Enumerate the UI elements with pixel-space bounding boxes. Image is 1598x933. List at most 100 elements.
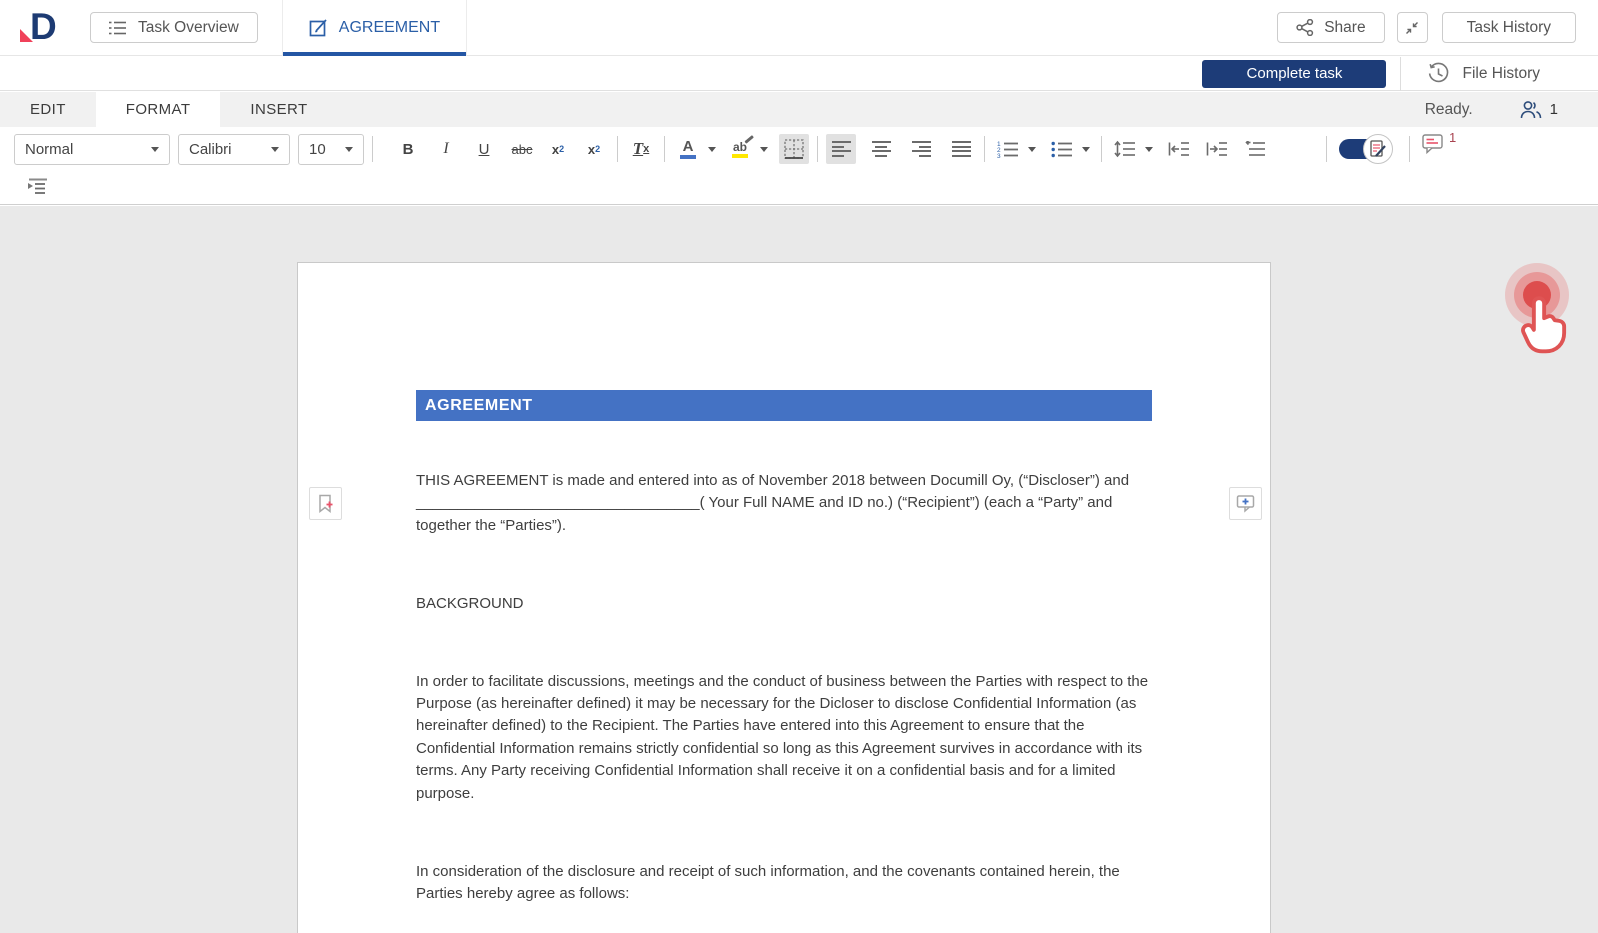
heading-background[interactable]: BACKGROUND: [416, 593, 1152, 615]
bullet-list-icon: [1051, 140, 1073, 158]
clear-format-t: T: [633, 139, 643, 159]
bullet-list-menu-button[interactable]: [1079, 134, 1093, 164]
agreement-tab-label: AGREEMENT: [339, 19, 440, 37]
share-label: Share: [1324, 19, 1365, 37]
share-button[interactable]: Share: [1277, 12, 1384, 43]
line-spacing-menu-button[interactable]: [1142, 134, 1156, 164]
line-spacing-icon: [1114, 140, 1136, 158]
paragraph-intro[interactable]: THIS AGREEMENT is made and entered into …: [416, 470, 1152, 537]
subscript-button[interactable]: x2: [579, 134, 609, 164]
file-history-label: File History: [1462, 65, 1540, 83]
chevron-down-icon: [271, 147, 279, 152]
font-size-dropdown[interactable]: 10: [298, 134, 364, 165]
borders-button[interactable]: [779, 134, 809, 164]
bold-button[interactable]: B: [393, 134, 423, 164]
active-tab-underline: [283, 52, 466, 56]
chevron-down-icon: [151, 147, 159, 152]
numbered-list-menu-button[interactable]: [1025, 134, 1039, 164]
paragraph-consideration[interactable]: In consideration of the disclosure and r…: [416, 861, 1152, 906]
task-overview-label: Task Overview: [138, 19, 239, 37]
tab-insert[interactable]: INSERT: [220, 92, 337, 127]
align-left-button[interactable]: [826, 134, 856, 164]
track-changes-toggle[interactable]: [1339, 134, 1393, 164]
task-list-icon: [109, 20, 128, 36]
align-left-icon: [832, 141, 851, 158]
document-page[interactable]: AGREEMENT THIS AGREEMENT is made and ent…: [297, 262, 1271, 933]
decrease-indent-button[interactable]: [1164, 134, 1194, 164]
document-canvas[interactable]: AGREEMENT THIS AGREEMENT is made and ent…: [0, 206, 1598, 933]
highlight-color-button[interactable]: ab: [725, 134, 755, 164]
tab-format[interactable]: FORMAT: [96, 92, 221, 127]
redline-document-icon: [1370, 140, 1387, 159]
font-color-menu-button[interactable]: [705, 134, 719, 164]
font-family-value: Calibri: [189, 141, 232, 158]
superscript-button[interactable]: x2: [543, 134, 573, 164]
ribbon-tab-bar: EDIT FORMAT INSERT Ready. 1: [0, 92, 1598, 127]
collapse-view-button[interactable]: [1397, 12, 1428, 43]
collaborator-count: 1: [1550, 101, 1558, 118]
comment-bubble-icon: [1422, 134, 1446, 155]
documill-editor: D Task Overview AGREEMENT: [0, 0, 1598, 933]
line-spacing-button[interactable]: [1110, 134, 1140, 164]
collaborators-indicator[interactable]: 1: [1519, 92, 1558, 127]
task-history-label: Task History: [1467, 19, 1551, 37]
subscript-base: x: [588, 142, 595, 157]
action-bar: Complete task File History: [0, 57, 1598, 91]
top-bar: D Task Overview AGREEMENT: [0, 0, 1598, 56]
collapse-arrows-icon: [1404, 20, 1420, 36]
bookmark-plus-icon: [317, 494, 335, 514]
align-center-button[interactable]: [866, 134, 896, 164]
file-history-button[interactable]: File History: [1427, 62, 1540, 85]
divider: [817, 136, 818, 162]
superscript-mark: 2: [559, 144, 564, 154]
numbered-list-button[interactable]: 123: [993, 134, 1023, 164]
font-color-letter: A: [683, 139, 694, 154]
highlight-menu-button[interactable]: [757, 134, 771, 164]
increase-indent-icon: [1206, 141, 1228, 157]
align-right-button[interactable]: [906, 134, 936, 164]
chevron-down-icon: [1082, 147, 1090, 152]
subscript-mark: 2: [595, 144, 600, 154]
increase-indent-button[interactable]: [1202, 134, 1232, 164]
bullet-list-button[interactable]: [1047, 134, 1077, 164]
italic-button[interactable]: I: [431, 134, 461, 164]
tab-agreement[interactable]: AGREEMENT: [282, 0, 467, 56]
paragraph-background[interactable]: In order to facilitate discussions, meet…: [416, 671, 1152, 805]
task-history-button[interactable]: Task History: [1442, 12, 1576, 43]
decrease-indent-icon: [1168, 141, 1190, 157]
comment-plus-icon: [1236, 494, 1256, 513]
underline-button[interactable]: U: [469, 134, 499, 164]
comment-count-badge: 1: [1449, 130, 1456, 145]
divider: [372, 136, 373, 162]
first-line-indent-button[interactable]: [22, 171, 52, 201]
toggle-knob: [1363, 134, 1393, 164]
document-title-bar[interactable]: AGREEMENT: [416, 390, 1152, 421]
formatting-toolbar: Normal Calibri 10 B I U abc x2 x2 Tx: [0, 127, 1598, 205]
align-right-icon: [912, 141, 931, 158]
justify-button[interactable]: [946, 134, 976, 164]
divider: [1400, 57, 1401, 91]
tab-edit[interactable]: EDIT: [0, 92, 96, 127]
complete-task-button[interactable]: Complete task: [1202, 60, 1386, 88]
chevron-down-icon: [708, 147, 716, 152]
highlight-color-swatch: [732, 154, 748, 158]
task-overview-button[interactable]: Task Overview: [90, 12, 258, 43]
clear-formatting-button[interactable]: Tx: [626, 134, 656, 164]
font-family-dropdown[interactable]: Calibri: [178, 134, 290, 165]
font-size-value: 10: [309, 141, 326, 158]
documill-logo: D: [20, 8, 72, 48]
hanging-indent-button[interactable]: [1240, 134, 1270, 164]
hanging-indent-icon: [1244, 141, 1266, 157]
align-center-icon: [872, 141, 891, 158]
share-icon: [1296, 19, 1314, 36]
comments-button[interactable]: 1: [1422, 134, 1456, 164]
paragraph-style-dropdown[interactable]: Normal: [14, 134, 170, 165]
font-color-button[interactable]: A: [673, 134, 703, 164]
strikethrough-button[interactable]: abc: [507, 134, 537, 164]
history-clock-icon: [1427, 62, 1450, 85]
divider: [664, 136, 665, 162]
pen-icon: [744, 135, 753, 143]
add-bookmark-button[interactable]: [309, 487, 342, 520]
add-comment-button[interactable]: [1229, 487, 1262, 520]
divider: [984, 136, 985, 162]
